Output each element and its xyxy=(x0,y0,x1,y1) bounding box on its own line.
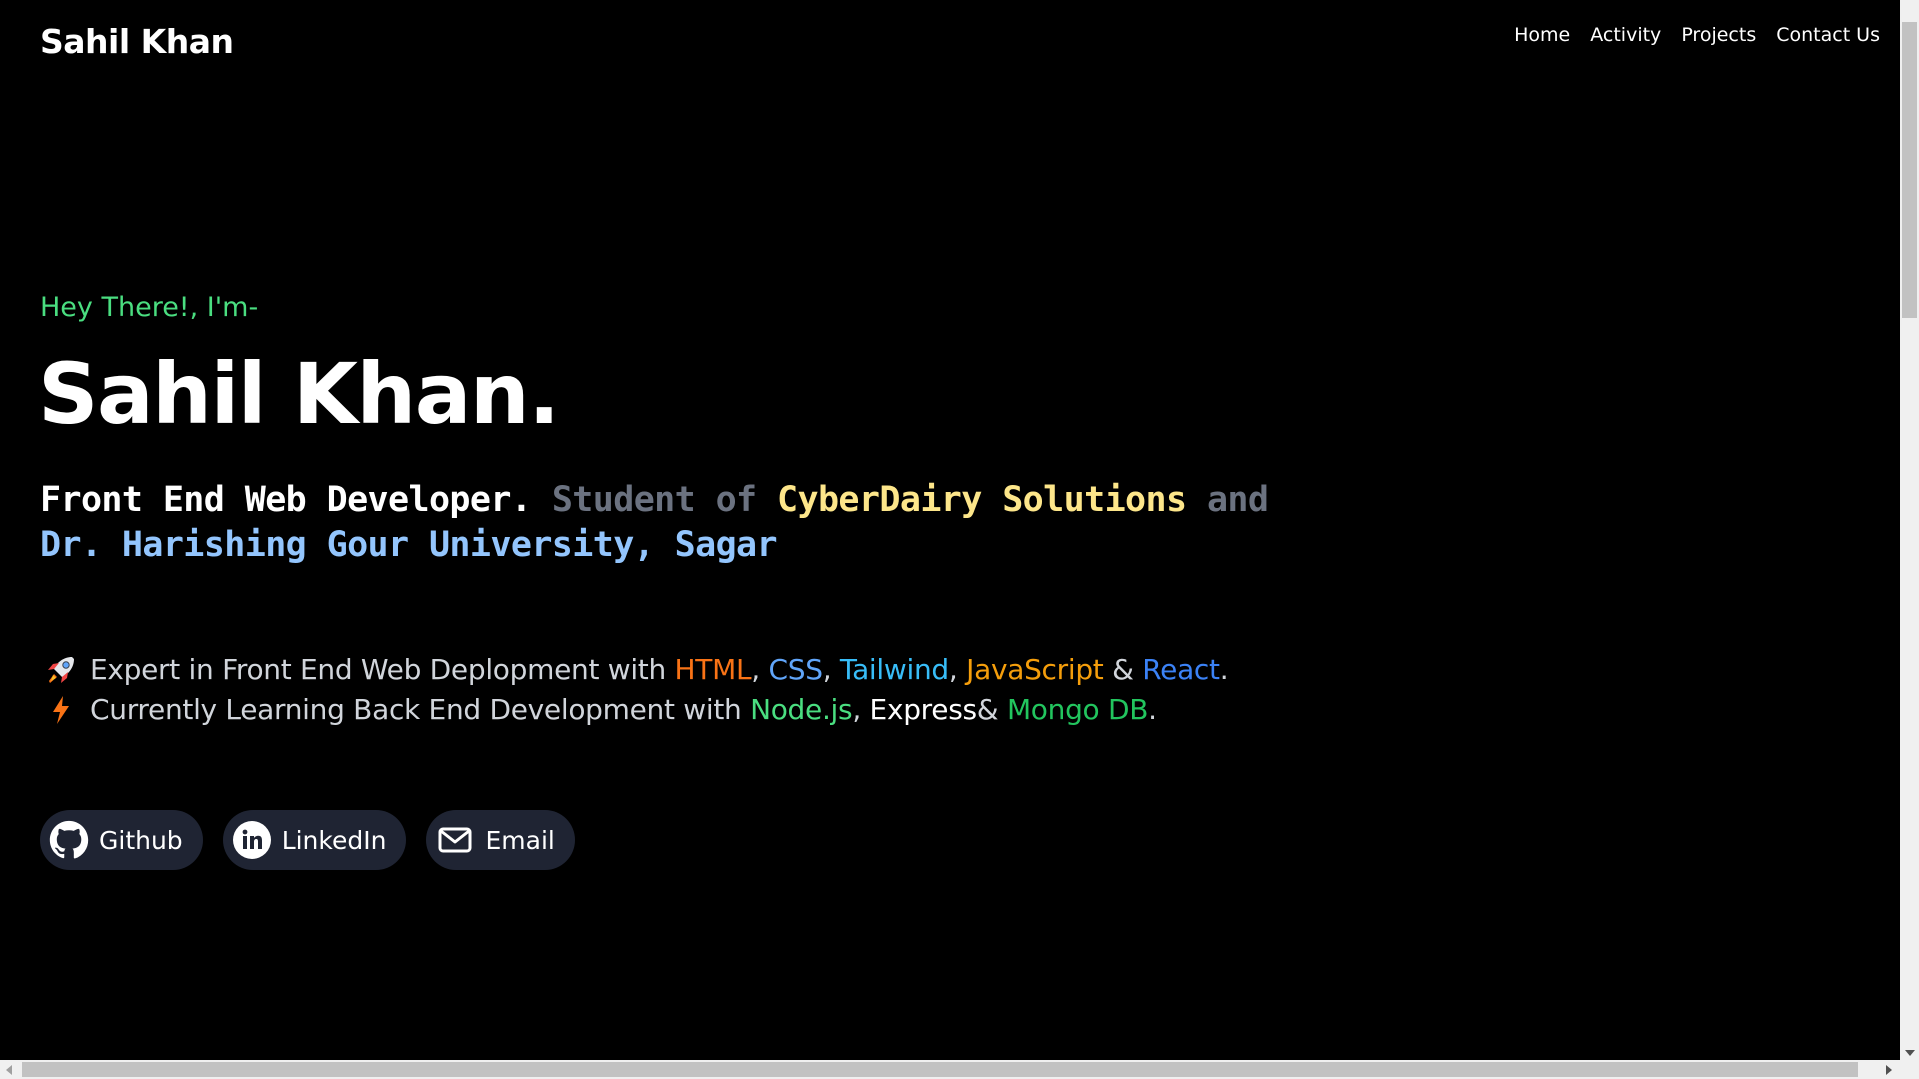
nav-activity[interactable]: Activity xyxy=(1590,24,1661,46)
portfolio-page: Sahil Khan Home Activity Projects Contac… xyxy=(0,0,1919,1079)
role-university: Dr. Harishing Gour University, Sagar xyxy=(40,525,778,565)
nav-projects[interactable]: Projects xyxy=(1681,24,1756,46)
ampersand-2: & xyxy=(976,693,999,726)
github-button[interactable]: Github xyxy=(40,810,203,870)
lightning-icon xyxy=(44,693,78,727)
comma-1: , xyxy=(751,653,760,686)
skill-node: Node.js xyxy=(750,693,853,726)
site-brand[interactable]: Sahil Khan xyxy=(40,22,234,61)
ampersand-1: & xyxy=(1112,653,1134,686)
linkedin-icon xyxy=(232,820,272,860)
linkedin-button[interactable]: LinkedIn xyxy=(222,810,407,870)
skill-tailwind: Tailwind xyxy=(839,653,949,686)
role-company: CyberDairy Solutions xyxy=(777,480,1187,520)
skill-mongo: Mongo DB xyxy=(1006,693,1149,726)
feature-expert: Expert in Front End Web Deplopment with … xyxy=(44,650,1229,690)
email-label: Email xyxy=(485,825,555,855)
vertical-scrollbar[interactable] xyxy=(1900,0,1919,1060)
role-title: Front End Web Developer. xyxy=(40,480,532,520)
period-1: . xyxy=(1219,653,1229,686)
linkedin-label: LinkedIn xyxy=(281,825,387,855)
feature-learning: Currently Learning Back End Development … xyxy=(44,690,1228,730)
comma-2: , xyxy=(822,653,832,686)
top-nav: Home Activity Projects Contact Us xyxy=(1514,24,1880,46)
role-student-of: Student of xyxy=(551,480,757,520)
hero-greeting: Hey There!, I'm- xyxy=(40,292,259,323)
scroll-right-arrow-icon[interactable] xyxy=(1886,1065,1892,1075)
learning-prefix: Currently Learning Back End Development … xyxy=(90,693,742,726)
scroll-down-arrow-icon[interactable] xyxy=(1905,1050,1915,1056)
skill-express: Express xyxy=(869,693,978,726)
rocket-icon xyxy=(44,653,78,687)
comma-4: , xyxy=(852,693,861,726)
role-and: and xyxy=(1206,480,1269,520)
hero-role: Front End Web Developer. Student of Cybe… xyxy=(40,478,1340,568)
github-icon xyxy=(49,820,89,860)
email-button[interactable]: Email xyxy=(426,810,575,870)
skill-javascript: JavaScript xyxy=(966,653,1104,686)
horizontal-scrollbar[interactable] xyxy=(0,1060,1919,1079)
expert-prefix: Expert in Front End Web Deplopment with xyxy=(90,653,666,686)
hero-name: Sahil Khan. xyxy=(38,345,560,443)
comma-3: , xyxy=(948,653,958,686)
nav-contact-us[interactable]: Contact Us xyxy=(1776,24,1880,46)
github-label: Github xyxy=(99,825,183,855)
feature-list: Expert in Front End Web Deplopment with … xyxy=(44,650,1229,730)
nav-home[interactable]: Home xyxy=(1514,24,1570,46)
social-links: Github LinkedIn Email xyxy=(40,810,575,870)
mail-icon xyxy=(435,820,475,860)
skill-css: CSS xyxy=(768,653,823,686)
skill-react: React xyxy=(1142,653,1220,686)
scroll-left-arrow-icon[interactable] xyxy=(6,1065,12,1075)
vertical-scroll-thumb[interactable] xyxy=(1902,22,1917,318)
horizontal-scroll-thumb[interactable] xyxy=(22,1062,1858,1077)
skill-html: HTML xyxy=(674,653,752,686)
period-2: . xyxy=(1148,693,1157,726)
